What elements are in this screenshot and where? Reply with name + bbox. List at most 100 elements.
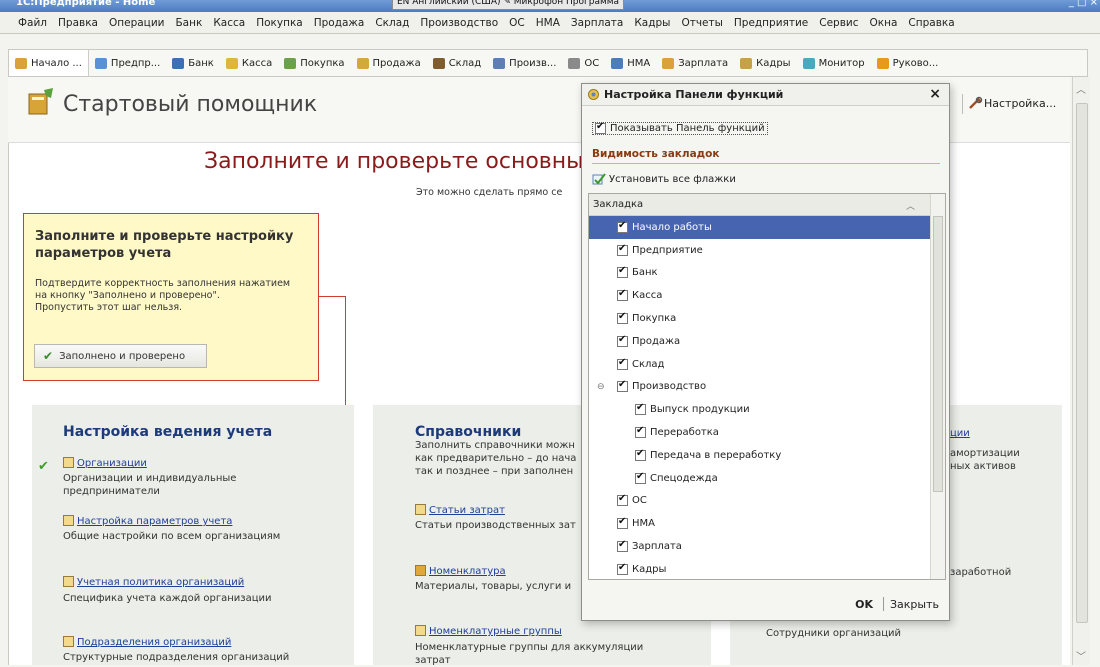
tab-production[interactable]: Произв...: [487, 50, 562, 76]
close-button[interactable]: Закрыть: [890, 598, 939, 611]
checkbox-icon[interactable]: [617, 562, 628, 575]
close-icon[interactable]: ×: [929, 86, 941, 102]
collapse-icon[interactable]: ⊖: [597, 382, 607, 392]
scroll-up-icon[interactable]: ︿: [1076, 81, 1086, 96]
menu-reports[interactable]: Отчеты: [681, 17, 722, 29]
tab-purchase[interactable]: Покупка: [278, 50, 350, 76]
menu-intangibles[interactable]: НМА: [536, 17, 560, 29]
link-label: Номенклатура: [429, 566, 506, 577]
menu-windows[interactable]: Окна: [870, 17, 898, 29]
tab-monitor[interactable]: Монитор: [797, 50, 871, 76]
row-label: ОС: [632, 495, 647, 507]
checkbox-icon[interactable]: [635, 448, 646, 461]
settings-button[interactable]: Настройка...: [962, 94, 1056, 114]
main-scrollbar[interactable]: ︿ ﹀: [1072, 77, 1090, 665]
checkbox-icon[interactable]: [617, 220, 628, 233]
filled-and-checked-button[interactable]: ✔ Заполнено и проверено: [34, 344, 207, 368]
checkbox-icon[interactable]: [617, 379, 628, 393]
tab-bank[interactable]: Банк: [166, 50, 220, 76]
list-scrollbar[interactable]: [930, 194, 945, 579]
window-controls[interactable]: _ □ ×: [1069, 0, 1098, 8]
menu-file[interactable]: Файл: [18, 17, 47, 29]
tab-visibility-row[interactable]: Продажа: [589, 330, 945, 353]
link-nomenclature-groups[interactable]: Номенклатурные группы: [415, 625, 562, 637]
tab-warehouse[interactable]: Склад: [427, 50, 487, 76]
tab-management[interactable]: Руково...: [871, 50, 945, 76]
tab-label: Произв...: [509, 57, 557, 69]
tab-enterprise[interactable]: Предпр...: [89, 50, 166, 76]
tab-visibility-row[interactable]: Начало работы: [589, 216, 945, 239]
tab-visibility-row[interactable]: ОС: [589, 490, 945, 513]
menu-operations[interactable]: Операции: [109, 17, 164, 29]
tab-visibility-row[interactable]: Выпуск продукции: [589, 398, 945, 421]
link-cost-items[interactable]: Статьи затрат: [415, 504, 505, 516]
tab-intangibles[interactable]: НМА: [605, 50, 656, 76]
ok-button[interactable]: OK: [855, 598, 873, 611]
scroll-thumb[interactable]: [1076, 103, 1088, 623]
list-scroll-thumb[interactable]: [933, 216, 943, 492]
link-organizations[interactable]: Организации: [63, 457, 147, 469]
menu-help[interactable]: Справка: [908, 17, 954, 29]
description-fragment: заработной: [950, 567, 1012, 578]
menu-service[interactable]: Сервис: [819, 17, 858, 29]
menu-fixed-assets[interactable]: ОС: [509, 17, 525, 29]
checkbox-icon[interactable]: [617, 516, 628, 530]
tab-visibility-row[interactable]: Спецодежда: [589, 467, 945, 490]
menu-edit[interactable]: Правка: [58, 17, 98, 29]
tab-visibility-row[interactable]: Переработка: [589, 421, 945, 444]
menu-warehouse[interactable]: Склад: [375, 17, 409, 29]
tab-cash[interactable]: Касса: [220, 50, 278, 76]
description-line: ных активов: [950, 461, 1016, 472]
callout-text-line: Подтвердите корректность заполнения нажа…: [35, 278, 291, 289]
tabs-list[interactable]: Закладка ︿ Начало работы Предприятие Банк К…: [588, 193, 946, 580]
checkbox-icon[interactable]: [617, 265, 628, 279]
language-bar[interactable]: EN Английский (США) ✎ Микрофон Программа: [392, 0, 625, 10]
scroll-down-icon[interactable]: ﹀: [1076, 648, 1086, 663]
checkbox-icon[interactable]: [617, 334, 628, 347]
dialog-title: Настройка Панели функций: [604, 88, 784, 101]
row-label: Производство: [632, 381, 707, 393]
link-departments[interactable]: Подразделения организаций: [63, 636, 231, 648]
tab-visibility-row[interactable]: Предприятие: [589, 239, 945, 262]
tab-visibility-row[interactable]: НМА: [589, 512, 945, 535]
tab-sales[interactable]: Продажа: [351, 50, 427, 76]
link-accounting-parameters[interactable]: Настройка параметров учета: [63, 515, 232, 527]
link-accounting-policy[interactable]: Учетная политика организаций: [63, 576, 244, 588]
checkbox-icon[interactable]: [617, 288, 628, 302]
checkbox-icon[interactable]: [617, 311, 628, 325]
toolbar-separator: [962, 94, 963, 114]
tab-hr[interactable]: Кадры: [734, 50, 796, 76]
menu-cash[interactable]: Касса: [213, 17, 245, 29]
column-header-tab[interactable]: Закладка ︿: [589, 194, 945, 216]
tab-visibility-row[interactable]: ⊖ Производство: [589, 376, 945, 399]
row-label: Предприятие: [632, 244, 703, 256]
set-all-flags-button[interactable]: Установить все флажки: [592, 172, 736, 186]
tab-fixed-assets[interactable]: ОС: [562, 50, 605, 76]
menu-hr[interactable]: Кадры: [634, 17, 670, 29]
tab-visibility-row[interactable]: Передача в переработку: [589, 444, 945, 467]
tab-visibility-row[interactable]: Касса: [589, 284, 945, 307]
menu-purchase[interactable]: Покупка: [256, 17, 303, 29]
tab-visibility-row[interactable]: Кадры: [589, 558, 945, 579]
checkbox-icon[interactable]: [635, 425, 646, 439]
link-nomenclature[interactable]: Номенклатура: [415, 565, 506, 577]
checkbox-icon[interactable]: [617, 243, 628, 256]
menu-sales[interactable]: Продажа: [314, 17, 365, 29]
menu-salary[interactable]: Зарплата: [571, 17, 623, 29]
tab-visibility-row[interactable]: Банк: [589, 262, 945, 285]
menu-enterprise[interactable]: Предприятие: [734, 17, 808, 29]
tab-visibility-row[interactable]: Склад: [589, 353, 945, 376]
tab-start[interactable]: Начало ...: [9, 50, 89, 76]
checkbox-icon[interactable]: [617, 493, 628, 507]
tab-visibility-row[interactable]: Зарплата: [589, 535, 945, 558]
tab-visibility-row[interactable]: Покупка: [589, 307, 945, 330]
tab-salary[interactable]: Зарплата: [656, 50, 734, 76]
menu-bank[interactable]: Банк: [175, 17, 202, 29]
show-function-panel-checkbox[interactable]: Показывать Панель функций: [592, 121, 768, 135]
menu-production[interactable]: Производство: [420, 17, 498, 29]
checkbox-icon[interactable]: [617, 357, 628, 370]
checkbox-icon[interactable]: [635, 471, 646, 484]
checkbox-icon[interactable]: [617, 539, 628, 553]
checkbox-icon[interactable]: [635, 402, 646, 416]
link-fragment[interactable]: ции: [950, 428, 970, 439]
